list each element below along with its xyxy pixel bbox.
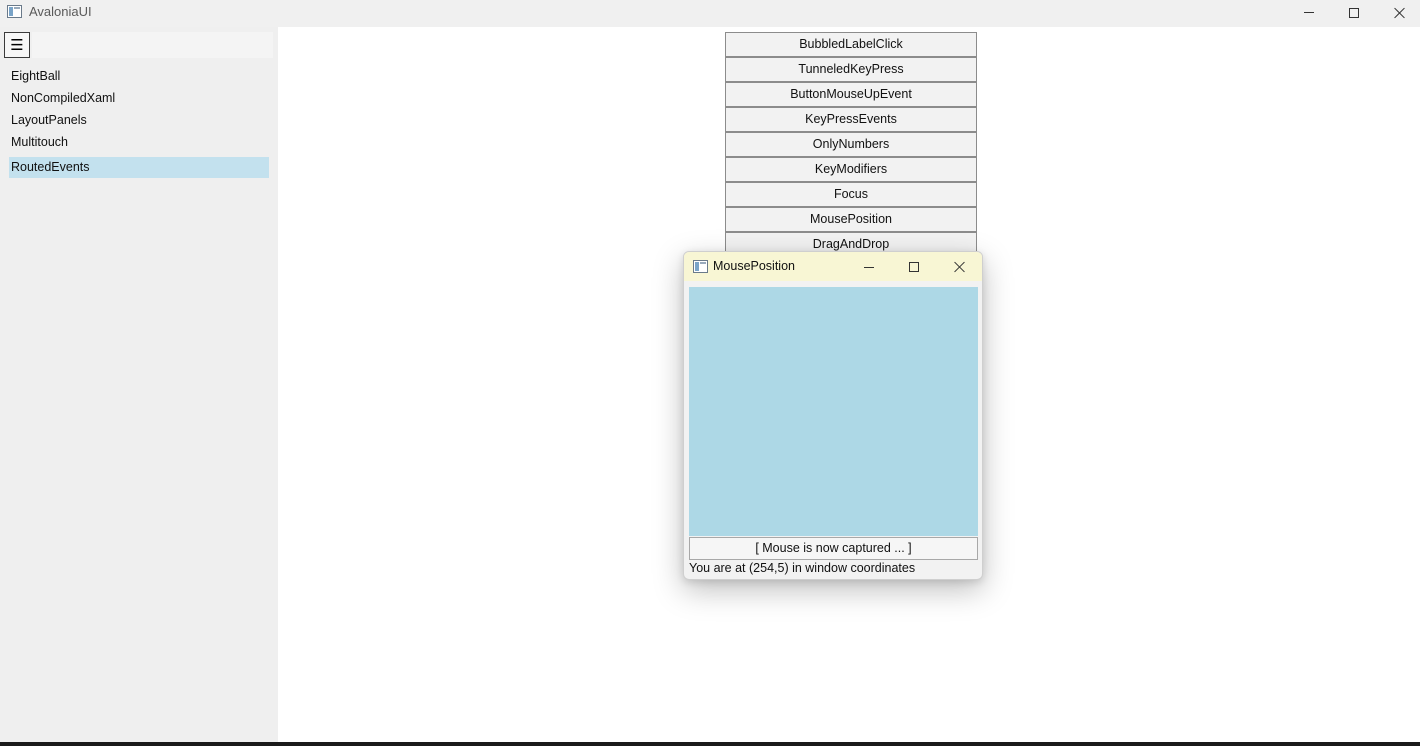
sidebar-item-label: EightBall: [11, 69, 61, 83]
minimize-icon: [864, 266, 874, 268]
capture-status-button[interactable]: [ Mouse is now captured ... ]: [689, 537, 978, 560]
window-title: AvaloniaUI: [29, 4, 92, 19]
sidebar-item-label: LayoutPanels: [11, 113, 87, 127]
button-mouse-up-event-button[interactable]: ButtonMouseUpEvent: [725, 82, 977, 107]
sidebar-item-routedevents[interactable]: RoutedEvents: [9, 157, 269, 178]
dialog-app-icon: [693, 260, 708, 273]
dialog-title: MousePosition: [713, 259, 795, 273]
close-icon: [954, 261, 966, 273]
sidebar-item-label: RoutedEvents: [11, 160, 90, 174]
hamburger-menu-button[interactable]: ☰: [4, 32, 30, 58]
maximize-icon: [1349, 7, 1359, 18]
minimize-button[interactable]: [1286, 0, 1332, 25]
maximize-icon: [909, 262, 919, 272]
app-window: AvaloniaUI ☰ EightBall NonCompiledXaml L…: [0, 0, 1420, 742]
sidebar-item-eightball[interactable]: EightBall: [9, 66, 269, 87]
dialog-maximize-button[interactable]: [892, 254, 936, 280]
sidebar-item-layoutpanels[interactable]: LayoutPanels: [9, 110, 269, 131]
close-button[interactable]: [1377, 0, 1420, 25]
close-icon: [1394, 7, 1406, 19]
only-numbers-button[interactable]: OnlyNumbers: [725, 132, 977, 157]
dialog-minimize-button[interactable]: [847, 254, 891, 280]
sidebar: ☰ EightBall NonCompiledXaml LayoutPanels…: [0, 27, 278, 742]
hamburger-icon: ☰: [10, 37, 24, 54]
tunneled-key-press-button[interactable]: TunneledKeyPress: [725, 57, 977, 82]
mouse-tracking-area[interactable]: [689, 287, 978, 536]
sidebar-item-multitouch[interactable]: Multitouch: [9, 132, 269, 153]
dialog-close-button[interactable]: [938, 254, 982, 280]
key-modifiers-button[interactable]: KeyModifiers: [725, 157, 977, 182]
maximize-button[interactable]: [1331, 0, 1377, 25]
pane-header: [32, 32, 273, 58]
sidebar-item-noncompiledxaml[interactable]: NonCompiledXaml: [9, 88, 269, 109]
bubbled-label-click-button[interactable]: BubbledLabelClick: [725, 32, 977, 57]
position-readout: You are at (254,5) in window coordinates: [689, 561, 916, 575]
minimize-icon: [1304, 12, 1314, 13]
sidebar-item-label: Multitouch: [11, 135, 68, 149]
title-bar: AvaloniaUI: [0, 0, 1420, 25]
mouse-position-dialog: MousePosition [ Mouse is now captured ..…: [683, 251, 983, 580]
dialog-title-bar[interactable]: MousePosition: [684, 252, 982, 281]
sidebar-item-label: NonCompiledXaml: [11, 91, 116, 105]
mouse-position-button[interactable]: MousePosition: [725, 207, 977, 232]
key-press-events-button[interactable]: KeyPressEvents: [725, 107, 977, 132]
app-icon: [7, 5, 22, 18]
focus-button[interactable]: Focus: [725, 182, 977, 207]
